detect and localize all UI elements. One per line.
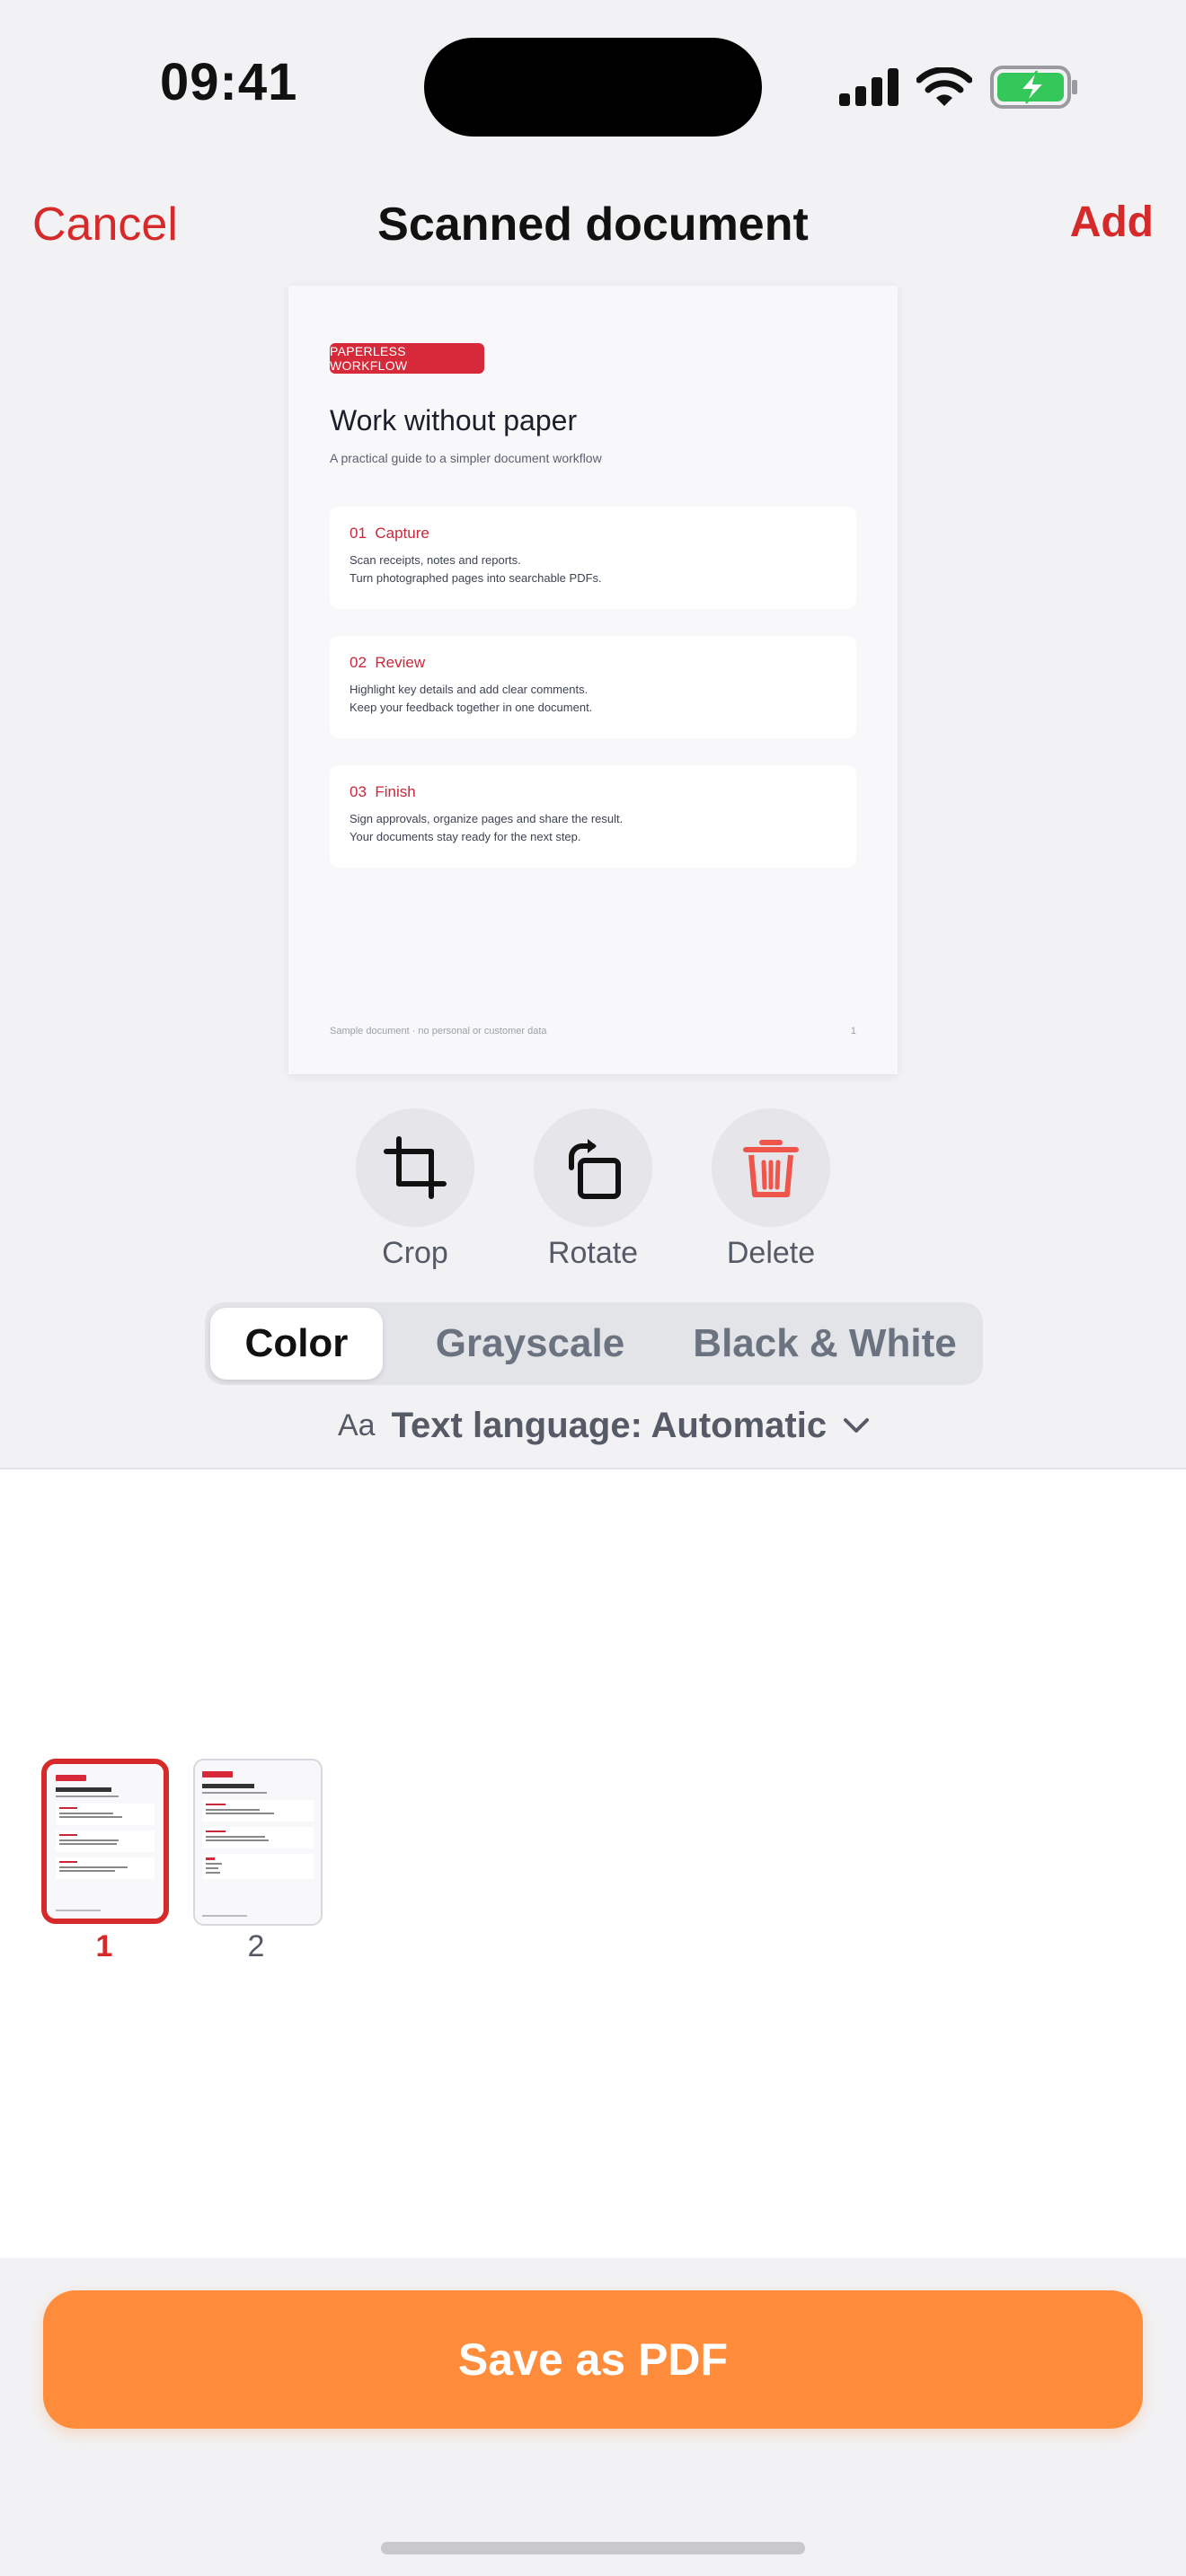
section-line: Sign approvals, organize pages and share… bbox=[350, 812, 624, 825]
delete-label: Delete bbox=[726, 1236, 816, 1270]
section-number: 02 bbox=[350, 654, 367, 671]
section-number: 01 bbox=[350, 525, 367, 542]
trash-icon bbox=[743, 1140, 799, 1197]
cancel-button[interactable]: Cancel bbox=[32, 198, 178, 251]
home-indicator[interactable] bbox=[381, 2542, 805, 2554]
crop-icon bbox=[384, 1136, 447, 1199]
status-icons bbox=[839, 65, 1078, 110]
crop-button[interactable]: Crop bbox=[356, 1108, 474, 1271]
status-time: 09:41 bbox=[160, 53, 298, 111]
document-section-card: 01 Capture Scan receipts, notes and repo… bbox=[330, 507, 856, 609]
page-thumbnail-label: 1 bbox=[95, 1929, 113, 1963]
rotate-button[interactable]: Rotate bbox=[534, 1108, 652, 1271]
add-button[interactable]: Add bbox=[1070, 198, 1154, 247]
page-thumbnail-image bbox=[195, 1760, 321, 1924]
filter-segmented-control: Color Grayscale Black & White bbox=[205, 1302, 983, 1385]
document-section-card: 03 Finish Sign approvals, organize pages… bbox=[330, 765, 856, 868]
signal-icon bbox=[839, 68, 898, 106]
dynamic-island bbox=[424, 38, 762, 137]
text-language-selector[interactable]: Aa Text language: Automatic bbox=[338, 1403, 870, 1448]
rotate-button-circle[interactable] bbox=[534, 1108, 652, 1227]
document-title: Work without paper bbox=[330, 404, 578, 437]
section-line: Keep your feedback together in one docum… bbox=[350, 701, 593, 714]
page-thumbnail-label: 2 bbox=[247, 1929, 265, 1963]
save-as-pdf-button[interactable]: Save as PDF bbox=[43, 2290, 1143, 2429]
wifi-icon bbox=[916, 67, 972, 106]
rotate-icon bbox=[569, 1139, 621, 1199]
section-title: Review bbox=[375, 654, 426, 671]
page-thumbnail[interactable] bbox=[193, 1759, 323, 1926]
rotate-label: Rotate bbox=[547, 1236, 639, 1270]
crop-button-circle[interactable] bbox=[356, 1108, 474, 1227]
text-size-icon: Aa bbox=[338, 1407, 376, 1442]
battery-charging-icon bbox=[990, 66, 1077, 109]
document-preview[interactable]: PAPERLESS WORKFLOW Work without paper A … bbox=[288, 286, 898, 1074]
chevron-down-icon bbox=[844, 1418, 870, 1433]
document-subtitle: A practical guide to a simpler document … bbox=[330, 451, 602, 465]
page-title: Scanned document bbox=[377, 198, 809, 251]
section-line: Scan receipts, notes and reports. bbox=[350, 553, 521, 567]
page-thumbnail-image bbox=[47, 1764, 164, 1919]
page-thumbnail[interactable] bbox=[41, 1759, 169, 1924]
delete-button-circle[interactable] bbox=[712, 1108, 830, 1227]
section-heading: 03 Finish bbox=[350, 783, 416, 801]
document-tag: PAPERLESS WORKFLOW bbox=[330, 343, 484, 374]
delete-button[interactable]: Delete bbox=[712, 1108, 830, 1271]
document-footer: Sample document · no personal or custome… bbox=[330, 1026, 547, 1037]
section-line: Turn photographed pages into searchable … bbox=[350, 571, 602, 585]
section-title: Finish bbox=[375, 783, 416, 800]
section-number: 03 bbox=[350, 783, 367, 800]
filter-color[interactable]: Color bbox=[210, 1308, 383, 1380]
crop-label: Crop bbox=[382, 1236, 448, 1270]
document-section-card: 02 Review Highlight key details and add … bbox=[330, 636, 856, 738]
section-heading: 02 Review bbox=[350, 654, 425, 672]
text-language-label: Text language: Automatic bbox=[391, 1405, 828, 1445]
section-heading: 01 Capture bbox=[350, 525, 429, 543]
filter-black-white[interactable]: Black & White bbox=[672, 1308, 978, 1380]
filter-grayscale[interactable]: Grayscale bbox=[395, 1308, 665, 1380]
section-line: Your documents stay ready for the next s… bbox=[350, 830, 581, 843]
page-thumbnails bbox=[0, 1468, 1186, 2260]
section-title: Capture bbox=[375, 525, 429, 542]
document-page-number: 1 bbox=[850, 1026, 856, 1037]
section-line: Highlight key details and add clear comm… bbox=[350, 683, 589, 696]
